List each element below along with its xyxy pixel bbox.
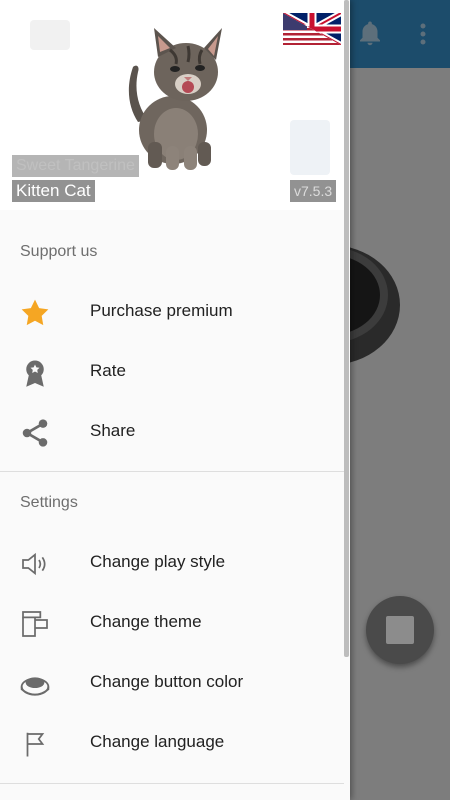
menu-item-purchase-premium[interactable]: Purchase premium (0, 282, 344, 342)
menu-item-label: Change play style (90, 552, 226, 571)
menu-item-share[interactable]: Share (0, 402, 344, 462)
bell-icon[interactable] (352, 16, 388, 52)
share-icon (18, 416, 52, 450)
drawer-scrollbar[interactable] (344, 0, 349, 657)
navigation-drawer: Sweet Tangerine Kitten Cat v7.5.3 Suppor… (0, 0, 350, 800)
stop-icon (386, 616, 414, 644)
award-icon (18, 356, 52, 390)
kitten-image (128, 28, 222, 170)
menu-item-label: Change theme (90, 612, 202, 631)
menu-item-change-language[interactable]: Change language (0, 713, 344, 773)
menu-item-label: Purchase premium (90, 301, 233, 320)
menu-item-label: Share (90, 421, 136, 440)
section-divider (0, 783, 344, 784)
flag-icon (18, 727, 52, 761)
section-title-support: Support us (20, 243, 98, 260)
section-divider (0, 471, 344, 472)
header-subtitle: Sweet Tangerine (12, 155, 139, 177)
app-version: v7.5.3 (290, 180, 337, 202)
menu-item-change-play-style[interactable]: Change play style (0, 533, 344, 593)
speaker-icon (18, 547, 52, 581)
menu-item-label: Rate (90, 361, 126, 380)
section-title-settings: Settings (20, 494, 78, 511)
menu-item-change-theme[interactable]: Change theme (0, 593, 344, 653)
theme-icon (18, 607, 52, 641)
more-options-icon[interactable] (410, 16, 436, 52)
button-color-icon (18, 667, 52, 701)
menu-item-rate[interactable]: Rate (0, 342, 344, 402)
header-title: Kitten Cat (12, 180, 95, 202)
drawer-header: Sweet Tangerine Kitten Cat v7.5.3 (0, 0, 344, 210)
header-backdrop (290, 120, 330, 175)
header-backdrop (30, 20, 70, 50)
menu-item-label: Change button color (90, 672, 244, 691)
stop-button[interactable] (366, 596, 434, 664)
menu-item-label: Change language (90, 732, 225, 751)
star-icon (18, 296, 52, 330)
menu-item-change-button-color[interactable]: Change button color (0, 653, 344, 713)
language-flag-icon[interactable] (283, 13, 341, 45)
